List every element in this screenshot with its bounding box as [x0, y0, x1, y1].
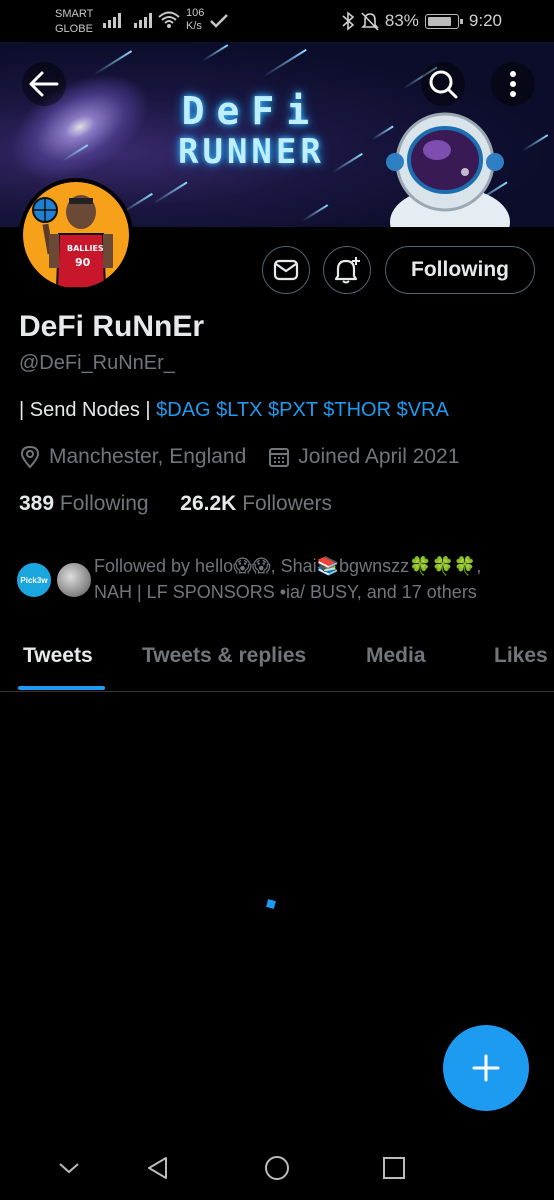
battery-percent: 83% — [384, 11, 419, 30]
battery-icon — [424, 13, 463, 29]
following-count-link[interactable]: 389 Following — [19, 492, 149, 515]
signal-icon-2 — [134, 13, 152, 28]
followers-count-label: Followers — [242, 492, 333, 515]
back-arrow-icon — [29, 71, 59, 97]
following-button[interactable]: Following — [385, 246, 535, 294]
wifi-icon — [158, 11, 180, 28]
banner-title-line2: RUNNER — [178, 132, 325, 172]
star-streak — [263, 48, 307, 78]
profile-bio: | Send Nodes | $DAG $LTX $PXT $THOR $VRA — [19, 399, 449, 422]
net-speed-value: 106 — [186, 7, 205, 19]
location-pin-icon — [20, 445, 40, 469]
profile-name: DeFi RuNnEr — [19, 310, 205, 343]
nav-home-button[interactable] — [257, 1148, 297, 1188]
clock: 9:20 — [468, 11, 502, 30]
carrier-label: SMART GLOBE — [55, 7, 93, 37]
bluetooth-icon — [342, 11, 355, 31]
jersey-text: BALLIES — [67, 244, 104, 253]
banner-title: DeFi RUNNER — [178, 90, 325, 172]
profile-joined-date: Joined April 2021 — [298, 445, 460, 468]
circle-home-icon — [265, 1156, 289, 1180]
profile-avatar[interactable]: BALLIES 90 — [19, 178, 133, 292]
followed-by-text: Followed by hello😱😱, Shai📚bgwnszz🍀🍀🍀, NA… — [94, 553, 544, 605]
system-nav-bar — [0, 1128, 554, 1200]
signal-icon — [103, 13, 121, 28]
following-count-label: Following — [59, 492, 149, 515]
check-icon — [210, 14, 228, 28]
tab-tweets-replies[interactable]: Tweets & replies — [142, 644, 306, 668]
follower-avatar-1: Pick3w — [15, 561, 53, 599]
chevron-down-icon — [59, 1163, 79, 1174]
plus-icon — [472, 1054, 500, 1082]
loading-spinner — [266, 899, 276, 909]
active-tab-indicator — [18, 686, 105, 690]
tab-media[interactable]: Media — [366, 644, 426, 668]
bell-mute-icon — [360, 12, 379, 31]
followers-count-link[interactable]: 26.2K Followers — [180, 492, 332, 515]
profile-meta: Manchester, England Joined April 2021 — [19, 445, 459, 469]
nav-recents-button[interactable] — [374, 1148, 414, 1188]
carrier-line1: SMART — [55, 8, 94, 20]
mail-icon — [273, 259, 299, 281]
notifications-button[interactable] — [323, 246, 371, 294]
profile-tabs: Tweets Tweets & replies Media Likes — [0, 630, 554, 692]
followed-by-line2: NAH | LF SPONSORS •ia/ BUSY, and 17 othe… — [94, 582, 477, 602]
triangle-back-icon — [148, 1157, 167, 1179]
profile-location: Manchester, England — [49, 445, 247, 468]
bell-plus-icon — [334, 257, 360, 284]
search-icon — [429, 70, 458, 99]
bio-cashtags[interactable]: $DAG $LTX $PXT $THOR $VRA — [156, 399, 449, 421]
net-speed-unit: K/s — [186, 20, 202, 32]
more-button[interactable] — [491, 62, 535, 106]
star-streak — [92, 50, 133, 76]
star-streak — [521, 134, 549, 152]
compose-tweet-button[interactable] — [443, 1025, 529, 1111]
follow-counts: 389 Following 26.2K Followers — [19, 492, 332, 516]
avatar-image: BALLIES 90 — [23, 182, 129, 288]
star-streak — [301, 204, 329, 222]
calendar-icon — [269, 448, 290, 467]
star-streak — [332, 152, 363, 174]
message-button[interactable] — [262, 246, 310, 294]
following-count: 389 — [19, 492, 55, 515]
follower-avatar-1-text: Pick3w — [20, 575, 48, 585]
followed-by-line1: Followed by hello😱😱, Shai📚bgwnszz🍀🍀🍀, — [94, 556, 482, 576]
jersey-number: 90 — [75, 256, 91, 269]
follower-avatar-2 — [55, 561, 93, 599]
following-button-label: Following — [411, 258, 509, 281]
tab-tweets[interactable]: Tweets — [23, 644, 93, 668]
bio-text: | Send Nodes | — [19, 399, 157, 421]
followers-count: 26.2K — [180, 492, 237, 515]
carrier-line2: GLOBE — [55, 23, 93, 35]
nav-back-button[interactable] — [138, 1148, 178, 1188]
search-button[interactable] — [421, 62, 465, 106]
back-button[interactable] — [22, 62, 66, 106]
nav-collapse-button[interactable] — [49, 1148, 89, 1188]
profile-handle: @DeFi_RuNnEr_ — [19, 352, 175, 374]
avatar-character-art — [32, 195, 113, 288]
status-right: 83% 9:20 — [341, 11, 502, 31]
more-vertical-icon — [510, 71, 516, 97]
net-speed: 106 K/s — [186, 7, 204, 33]
square-recents-icon — [383, 1157, 405, 1179]
star-streak — [201, 44, 229, 62]
astronaut-art — [386, 112, 510, 227]
star-streak — [152, 181, 188, 205]
banner-title-line1: DeFi — [181, 89, 322, 133]
tab-likes[interactable]: Likes — [494, 644, 548, 668]
status-bar: SMART GLOBE 106 K/s 83% 9:20 — [0, 0, 554, 42]
